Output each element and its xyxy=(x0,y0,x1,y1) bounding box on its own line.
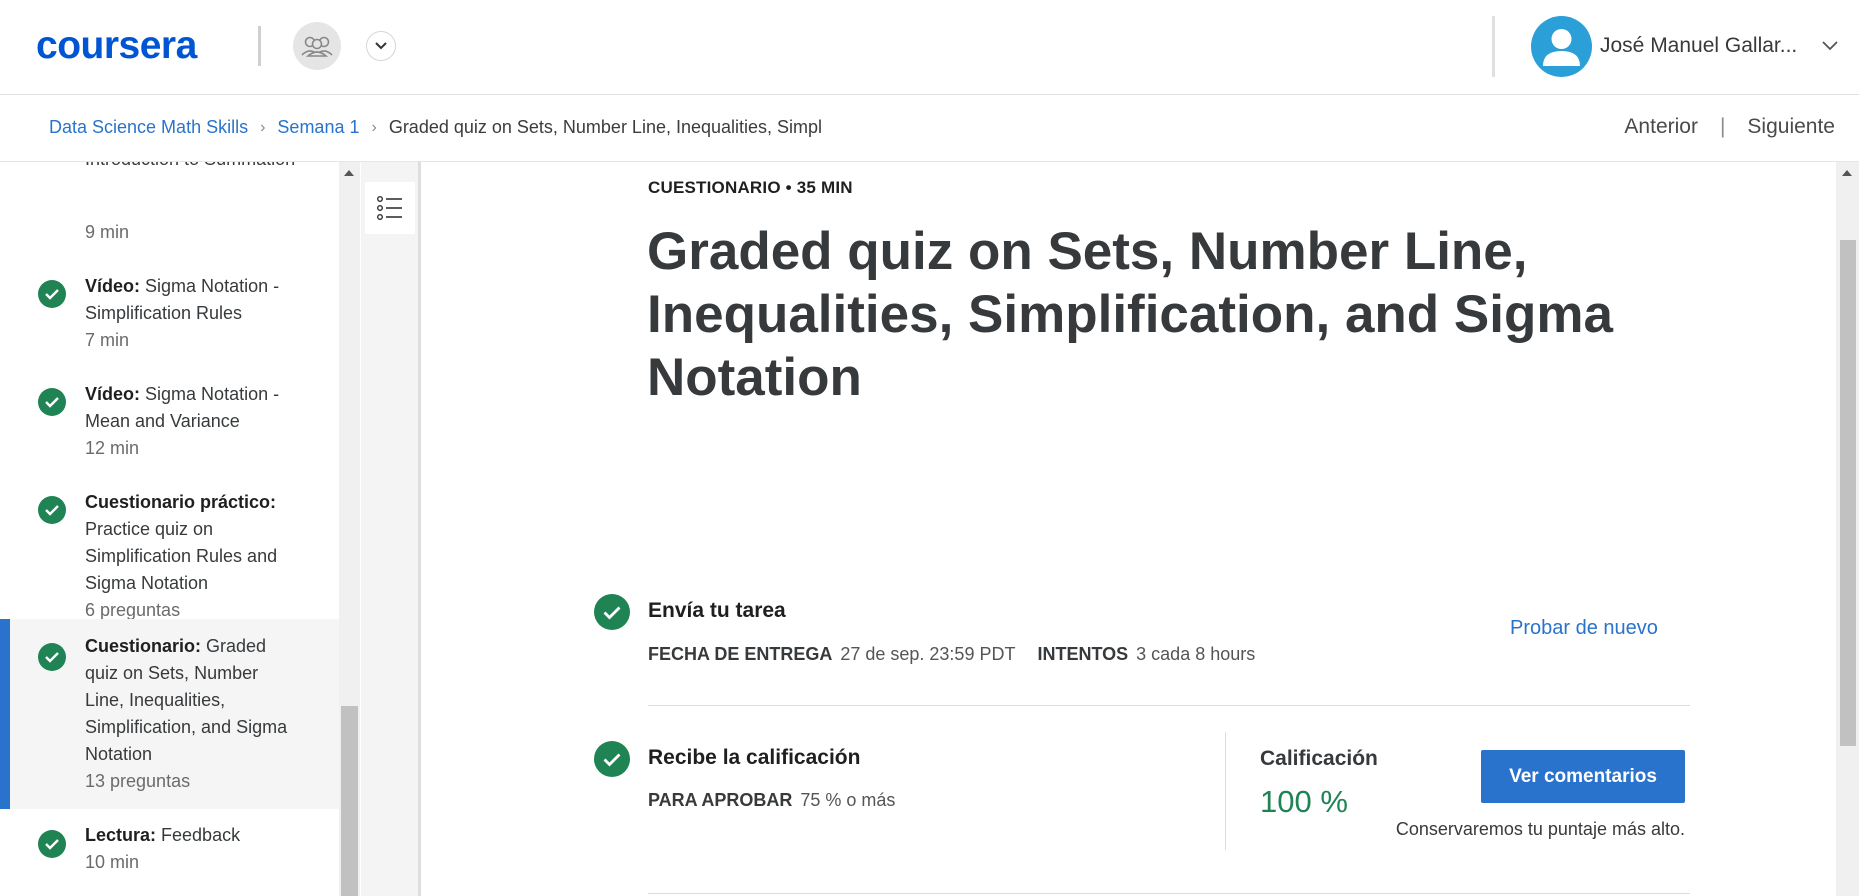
team-icon[interactable] xyxy=(293,22,341,70)
breadcrumb-course-link[interactable]: Data Science Math Skills xyxy=(49,117,248,138)
sidebar-item-active[interactable]: Cuestionario: Graded quiz on Sets, Numbe… xyxy=(0,619,340,809)
checkmark-icon xyxy=(594,594,630,630)
item-navigation: Anterior | Siguiente xyxy=(1624,115,1835,139)
sidebar-item[interactable]: Vídeo: Sigma Notation - Mean and Varianc… xyxy=(0,366,340,474)
checkmark-icon xyxy=(594,741,630,777)
try-again-link[interactable]: Probar de nuevo xyxy=(1510,617,1658,640)
attempts-value: 3 cada 8 hours xyxy=(1136,644,1256,664)
checkmark-icon xyxy=(38,280,66,308)
breadcrumb-week-link[interactable]: Semana 1 xyxy=(277,117,359,138)
pass-value: 75 % o más xyxy=(800,790,896,810)
logo-text: coursera xyxy=(36,24,198,67)
divider xyxy=(648,893,1690,894)
attempts-label: INTENTOS xyxy=(1037,644,1129,664)
submit-step-meta: FECHA DE ENTREGA 27 de sep. 23:59 PDT INTE… xyxy=(648,644,1255,665)
sidebar-item-type: Cuestionario práctico: xyxy=(85,492,277,512)
user-name[interactable]: José Manuel Gallar... xyxy=(1600,34,1797,58)
sidebar-scrollbar[interactable] xyxy=(339,162,360,896)
top-bar: coursera José Manuel Gallar... xyxy=(0,0,1859,95)
main-content: CUESTIONARIO • 35 MIN Graded quiz on Set… xyxy=(424,162,1836,896)
previous-link[interactable]: Anterior xyxy=(1624,115,1698,139)
sidebar-item-meta: 12 min xyxy=(85,438,140,458)
coursera-logo[interactable]: coursera xyxy=(36,22,230,68)
due-date-label: FECHA DE ENTREGA xyxy=(648,644,833,664)
sidebar-item-title: Cuestionario práctico: Practice quiz on … xyxy=(85,489,300,597)
sidebar-item-meta: 7 min xyxy=(85,330,130,350)
course-outline-sidebar: Introduction to Summation 9 min Vídeo: S… xyxy=(0,162,340,896)
list-icon xyxy=(377,196,402,221)
main-scrollbar[interactable] xyxy=(1836,162,1859,896)
divider xyxy=(648,705,1690,706)
vertical-divider xyxy=(1225,732,1226,850)
checkmark-icon xyxy=(38,643,66,671)
submit-step-title: Envía tu tarea xyxy=(648,599,786,622)
sidebar-item-meta: 10 min xyxy=(85,852,140,872)
header-divider-right xyxy=(1492,16,1495,77)
chevron-right-icon: › xyxy=(260,118,266,136)
breadcrumb-bar: Data Science Math Skills › Semana 1 › Gr… xyxy=(0,95,1859,162)
scroll-up-arrow-icon[interactable] xyxy=(344,170,354,176)
user-menu-chevron-icon[interactable] xyxy=(1820,38,1840,54)
pass-label: PARA APROBAR xyxy=(648,790,793,810)
item-kicker: CUESTIONARIO • 35 MIN xyxy=(648,178,853,197)
sidebar-item[interactable]: Cuestionario práctico: Practice quiz on … xyxy=(0,474,340,636)
user-avatar-icon[interactable] xyxy=(1531,16,1592,77)
checkmark-icon xyxy=(38,496,66,524)
checkmark-icon xyxy=(38,830,66,858)
breadcrumb-current: Graded quiz on Sets, Number Line, Inequa… xyxy=(388,117,823,137)
keep-highest-note: Conservaremos tu puntaje más alto. xyxy=(1395,819,1685,839)
main-scrollbar-thumb[interactable] xyxy=(1840,240,1856,746)
grade-step-meta: PARA APROBAR 75 % o más xyxy=(648,790,895,811)
breadcrumb: Data Science Math Skills › Semana 1 › Gr… xyxy=(49,117,822,138)
sidebar-item-type: Cuestionario: xyxy=(85,636,202,656)
grade-value: 100 % xyxy=(1260,784,1348,819)
sidebar-item-title: Lectura: Feedback xyxy=(85,822,300,849)
chevron-down-icon[interactable] xyxy=(366,31,396,61)
sidebar-item-meta: 13 preguntas xyxy=(85,771,191,791)
sidebar-item-title: Introduction to Summation xyxy=(85,162,300,173)
due-date-value: 27 de sep. 23:59 PDT xyxy=(840,644,1016,664)
sidebar-item-title: Cuestionario: Graded quiz on Sets, Numbe… xyxy=(85,633,300,768)
sidebar-item-type: Lectura: xyxy=(85,825,157,845)
next-link[interactable]: Siguiente xyxy=(1747,115,1835,139)
sidebar-item-name: Feedback xyxy=(161,825,241,845)
sidebar-scrollbar-thumb[interactable] xyxy=(341,706,358,896)
sidebar-item-name: Practice quiz on Simplification Rules an… xyxy=(85,519,278,593)
sidebar-item-title: Vídeo: Sigma Notation - Simplification R… xyxy=(85,273,300,327)
nav-divider: | xyxy=(1719,115,1726,138)
sidebar-item-type: Vídeo: xyxy=(85,276,141,296)
header-divider xyxy=(258,26,261,66)
outline-toggle-button[interactable] xyxy=(365,182,415,234)
grade-step-title: Recibe la calificación xyxy=(648,746,861,769)
sidebar-item[interactable]: Lectura: Feedback 10 min xyxy=(0,809,340,896)
page-title: Graded quiz on Sets, Number Line, Inequa… xyxy=(647,222,1613,407)
scroll-up-arrow-icon[interactable] xyxy=(1842,170,1852,176)
outline-rail xyxy=(361,162,421,896)
chevron-right-icon: › xyxy=(371,118,377,136)
view-feedback-button[interactable]: Ver comentarios xyxy=(1481,750,1685,803)
sidebar-item-meta: 9 min xyxy=(85,222,130,242)
sidebar-item[interactable]: Vídeo: Sigma Notation - Simplification R… xyxy=(0,258,340,366)
sidebar-item-type: Vídeo: xyxy=(85,384,141,404)
checkmark-icon xyxy=(38,388,66,416)
sidebar-item-meta: 6 preguntas xyxy=(85,600,181,620)
grade-label: Calificación xyxy=(1260,747,1378,770)
sidebar-item-title: Vídeo: Sigma Notation - Mean and Varianc… xyxy=(85,381,300,435)
sidebar-item[interactable]: Introduction to Summation 9 min xyxy=(0,162,340,258)
